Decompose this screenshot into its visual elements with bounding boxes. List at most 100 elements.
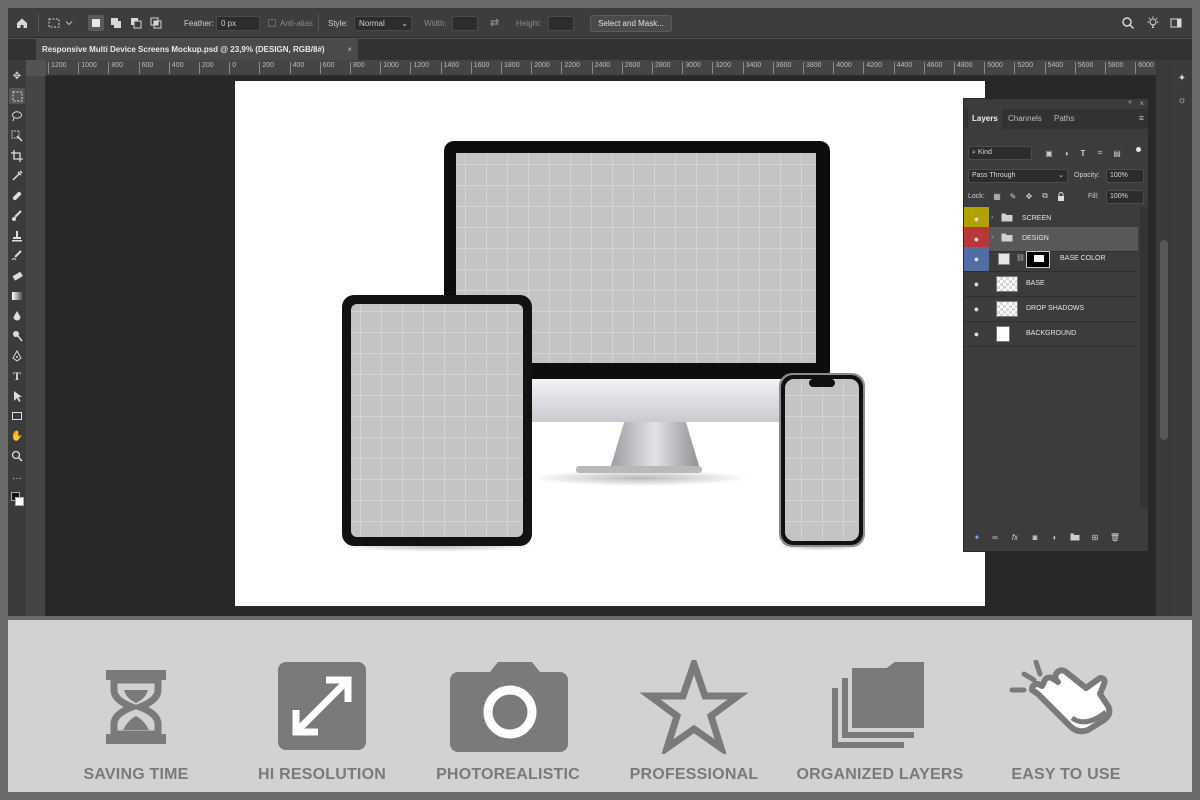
feather-input[interactable]: 0 px [216, 16, 260, 31]
swap-width-height-icon[interactable]: ⇄ [490, 16, 499, 29]
select-and-mask-button[interactable]: Select and Mask... [590, 15, 672, 32]
layer-row-drop-shadows[interactable]: ● DROP SHADOWS [964, 297, 1138, 322]
crop-tool-icon[interactable] [9, 148, 25, 164]
style-label: Style: [328, 19, 349, 28]
add-mask-icon[interactable]: ◙ [1030, 532, 1040, 542]
panel-menu-icon[interactable]: ≡ [1139, 113, 1144, 123]
tab-layers[interactable]: Layers [968, 109, 1002, 129]
collapse-panel-icon[interactable]: « [1128, 99, 1132, 106]
zoom-tool-icon[interactable] [9, 448, 25, 464]
chevron-right-icon[interactable]: › [991, 234, 993, 241]
new-group-icon[interactable] [1070, 532, 1080, 542]
gradient-tool-icon[interactable] [9, 288, 25, 304]
adjustment-filter-icon[interactable]: ◑ [1061, 148, 1071, 158]
separator [38, 14, 39, 32]
close-panel-icon[interactable]: × [1139, 99, 1144, 108]
lock-label: Lock: [968, 193, 985, 200]
blur-tool-icon[interactable] [9, 308, 25, 324]
lock-image-icon[interactable]: ✎ [1008, 191, 1018, 201]
width-input[interactable] [452, 16, 478, 31]
separator [318, 14, 319, 32]
blend-mode-select[interactable]: Pass Through ⌄ [968, 169, 1068, 183]
new-layer-icon[interactable]: ⊞ [1090, 532, 1100, 542]
layer-thumbnail [996, 276, 1018, 292]
brush-tool-icon[interactable] [9, 208, 25, 224]
eye-icon[interactable]: ● [964, 322, 989, 346]
history-brush-tool-icon[interactable] [9, 248, 25, 264]
add-to-selection-icon[interactable] [108, 15, 124, 31]
hand-tool-icon[interactable]: ✋ [9, 428, 25, 444]
eye-icon[interactable]: ● [964, 247, 989, 271]
marquee-tool-icon[interactable] [9, 88, 25, 104]
stacked-folders-icon [828, 660, 928, 752]
lasso-tool-icon[interactable] [9, 108, 25, 124]
rectangle-tool-icon[interactable] [9, 408, 25, 424]
shape-filter-icon[interactable]: ⌗ [1095, 148, 1105, 158]
ruler-tick-label: 2600 [621, 62, 640, 74]
fx-icon[interactable]: fx [1010, 532, 1020, 542]
layers-panel: « × Layers Channels Paths ≡ ⌕ Kind ▣ ◑ T… [963, 98, 1149, 552]
vertical-scrollbar[interactable] [1156, 60, 1172, 620]
layer-row-base-color[interactable]: ● ⛓ BASE COLOR [964, 247, 1138, 272]
eyedropper-tool-icon[interactable] [9, 168, 25, 184]
new-adjustment-layer-icon[interactable]: ◐ [1050, 532, 1060, 542]
background-color-swatch[interactable] [15, 497, 24, 506]
eraser-tool-icon[interactable] [9, 268, 25, 284]
height-input[interactable] [548, 16, 574, 31]
adjustments-icon[interactable]: ☼ [1174, 92, 1190, 108]
close-icon[interactable]: × [347, 39, 352, 60]
home-icon[interactable] [14, 15, 30, 31]
eye-icon[interactable]: ● [964, 272, 989, 296]
ruler-tick-label: 800 [108, 62, 123, 74]
clone-stamp-tool-icon[interactable] [9, 228, 25, 244]
type-filter-icon[interactable]: T [1078, 148, 1088, 158]
dodge-tool-icon[interactable] [9, 328, 25, 344]
fill-input[interactable]: 100% [1106, 190, 1144, 204]
spot-healing-brush-icon[interactable] [9, 188, 25, 204]
pen-tool-icon[interactable] [9, 348, 25, 364]
scrollbar-thumb[interactable] [1160, 240, 1168, 440]
layer-list-scrollbar[interactable] [1140, 207, 1148, 507]
smart-object-filter-icon[interactable]: ▤ [1112, 148, 1122, 158]
intersect-selection-icon[interactable] [148, 15, 164, 31]
chevron-down-icon[interactable] [64, 15, 74, 31]
pixel-filter-icon[interactable]: ▣ [1044, 148, 1054, 158]
sparkle-icon[interactable]: ✦ [1174, 70, 1190, 86]
features-band: SAVING TIME HI RESOLUTION PHOTOREALISTIC [8, 616, 1192, 792]
artboard-lock-icon[interactable]: ⧉ [1040, 191, 1050, 201]
lightbulb-icon[interactable] [1145, 15, 1161, 31]
document-tab[interactable]: Responsive Multi Device Screens Mockup.p… [36, 39, 358, 60]
move-tool-icon[interactable]: ✥ [9, 68, 25, 84]
document-canvas[interactable] [235, 81, 985, 606]
type-tool-icon[interactable]: T [9, 368, 25, 384]
style-select[interactable]: Normal ⌄ [354, 16, 412, 31]
chevron-right-icon[interactable]: › [991, 214, 993, 221]
link-layers-icon[interactable]: ∞ [990, 532, 1000, 542]
tab-channels[interactable]: Channels [1004, 109, 1046, 129]
filter-toggle-icon[interactable] [1136, 147, 1141, 152]
anti-alias-checkbox[interactable] [268, 19, 276, 27]
ruler-tick-label: 400 [168, 62, 183, 74]
layer-filter-select[interactable]: ⌕ Kind [968, 146, 1032, 160]
lock-all-icon[interactable] [1056, 191, 1066, 201]
subtract-from-selection-icon[interactable] [128, 15, 144, 31]
layer-style-sparkle-icon[interactable]: ✦ [972, 532, 982, 542]
tab-paths[interactable]: Paths [1050, 109, 1078, 129]
search-icon[interactable] [1120, 15, 1136, 31]
object-selection-tool-icon[interactable] [9, 128, 25, 144]
new-selection-icon[interactable] [88, 15, 104, 31]
style-value: Normal [359, 19, 385, 28]
opacity-input[interactable]: 100% [1106, 169, 1144, 183]
layer-row-background[interactable]: ● BACKGROUND [964, 322, 1138, 347]
more-tools-icon[interactable]: ··· [9, 470, 25, 486]
eye-icon[interactable]: ● [964, 297, 989, 321]
lock-position-icon[interactable]: ✥ [1024, 191, 1034, 201]
trash-icon[interactable]: 🗑︎ [1110, 532, 1120, 542]
marquee-tool-preset-icon[interactable] [46, 15, 62, 31]
lock-transparent-icon[interactable]: ▦ [992, 191, 1002, 201]
layer-row-base[interactable]: ● BASE [964, 272, 1138, 297]
ruler-tick-label: 0 [229, 62, 236, 74]
workspace-icon[interactable] [1168, 15, 1184, 31]
height-label: Height: [516, 19, 542, 28]
path-selection-tool-icon[interactable] [9, 388, 25, 404]
